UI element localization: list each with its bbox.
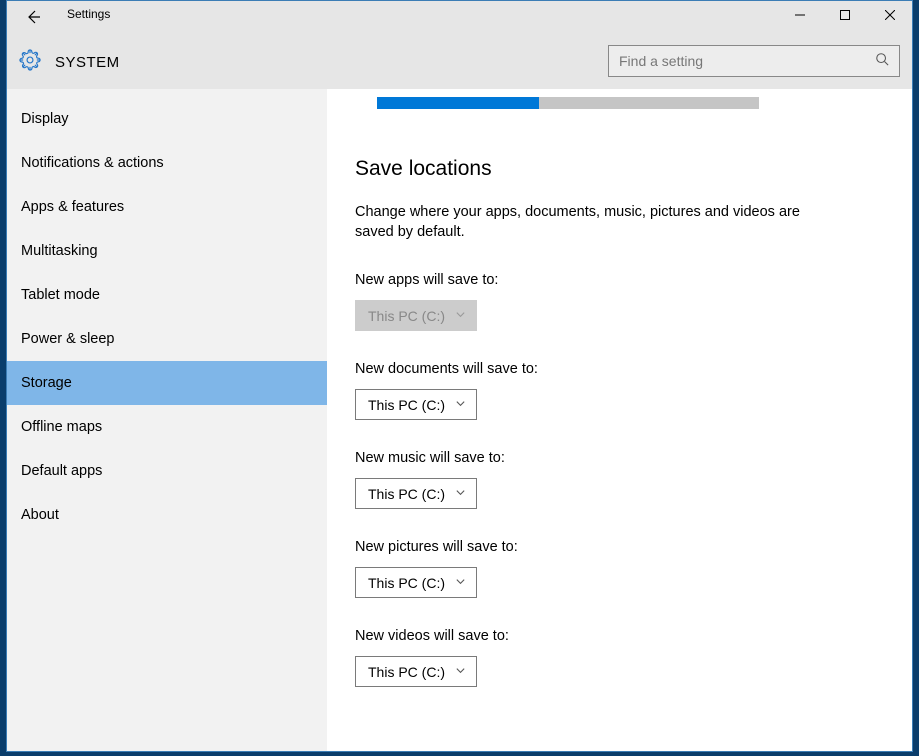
close-icon [885,10,895,20]
save-location-dropdown: This PC (C:) [355,300,477,331]
setting-group: New videos will save to: This PC (C:) [355,628,830,687]
titlebar: Settings SYSTEM [7,1,912,89]
sidebar-item-about[interactable]: About [7,493,327,537]
settings-window: Settings SYSTEM DisplayNotifica [6,0,913,752]
setting-label: New music will save to: [355,450,830,466]
sidebar-item-tablet-mode[interactable]: Tablet mode [7,273,327,317]
sidebar-item-multitasking[interactable]: Multitasking [7,229,327,273]
setting-group: New documents will save to: This PC (C:) [355,361,830,420]
chevron-down-icon [455,307,466,325]
sidebar-item-storage[interactable]: Storage [7,361,327,405]
header-section: SYSTEM [19,49,120,76]
setting-label: New videos will save to: [355,628,830,644]
setting-label: New apps will save to: [355,272,830,288]
dropdown-value: This PC (C:) [368,575,445,591]
chevron-down-icon [455,396,466,414]
section-title: SYSTEM [55,54,120,71]
sidebar-item-offline-maps[interactable]: Offline maps [7,405,327,449]
sidebar-item-apps-features[interactable]: Apps & features [7,185,327,229]
dropdown-value: This PC (C:) [368,486,445,502]
page-description: Change where your apps, documents, music… [355,203,830,242]
setting-group: New music will save to: This PC (C:) [355,450,830,509]
maximize-button[interactable] [822,1,867,29]
page-heading: Save locations [355,157,830,181]
caption-buttons [777,1,912,29]
maximize-icon [840,10,850,20]
save-location-dropdown[interactable]: This PC (C:) [355,389,477,420]
chevron-down-icon [455,485,466,503]
minimize-button[interactable] [777,1,822,29]
window-title: Settings [67,7,110,21]
sidebar-item-default-apps[interactable]: Default apps [7,449,327,493]
gear-icon [19,49,41,76]
window-body: DisplayNotifications & actionsApps & fea… [7,89,912,751]
setting-group: New pictures will save to: This PC (C:) [355,539,830,598]
save-location-dropdown[interactable]: This PC (C:) [355,567,477,598]
sidebar-item-power-sleep[interactable]: Power & sleep [7,317,327,361]
search-box[interactable] [608,45,900,77]
dropdown-value: This PC (C:) [368,397,445,413]
storage-progress-bar [377,97,759,109]
storage-progress-fill [377,97,539,109]
save-location-dropdown[interactable]: This PC (C:) [355,656,477,687]
setting-label: New pictures will save to: [355,539,830,555]
dropdown-value: This PC (C:) [368,308,445,324]
chevron-down-icon [455,663,466,681]
minimize-icon [795,10,805,20]
setting-label: New documents will save to: [355,361,830,377]
back-arrow-icon [25,9,41,25]
content-pane: Save locations Change where your apps, d… [327,89,912,751]
search-input[interactable] [619,53,875,69]
dropdown-value: This PC (C:) [368,664,445,680]
close-button[interactable] [867,1,912,29]
chevron-down-icon [455,574,466,592]
save-location-dropdown[interactable]: This PC (C:) [355,478,477,509]
back-button[interactable] [19,5,47,29]
sidebar-item-display[interactable]: Display [7,97,327,141]
sidebar: DisplayNotifications & actionsApps & fea… [7,89,327,751]
settings-list: New apps will save to:This PC (C:)New do… [355,272,830,687]
setting-group: New apps will save to: This PC (C:) [355,272,830,331]
sidebar-item-notifications-actions[interactable]: Notifications & actions [7,141,327,185]
search-icon [875,52,889,71]
